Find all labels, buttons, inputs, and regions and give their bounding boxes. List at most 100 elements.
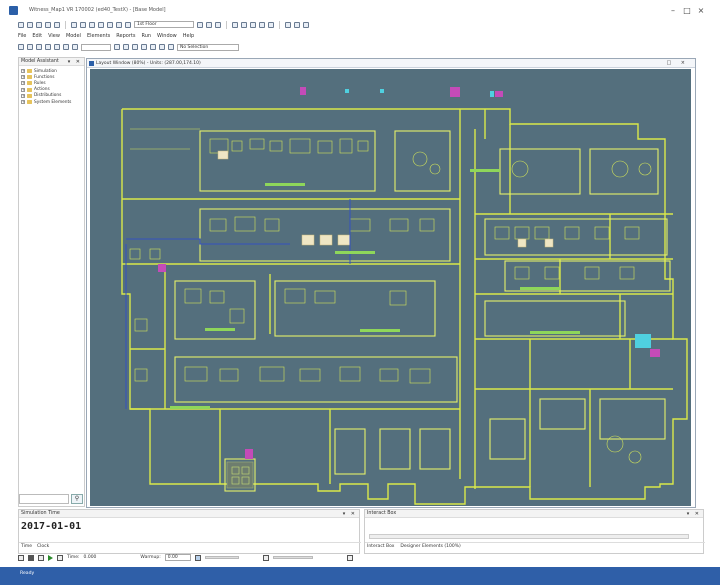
window-title: Witness_Map1 VR 170002 (ed40_TestX) - [B… — [29, 7, 166, 13]
new-icon[interactable] — [18, 21, 24, 28]
panel-controls[interactable]: ▾ ✕ — [343, 510, 357, 518]
expand-icon[interactable]: + — [21, 69, 25, 74]
view-slider[interactable] — [272, 556, 313, 559]
menu-file[interactable]: File — [18, 33, 26, 39]
link-icon[interactable] — [215, 21, 221, 28]
floor-icon[interactable] — [125, 21, 131, 28]
maximize-button[interactable]: □ — [681, 6, 693, 16]
main-toolbar: 1st Floor — [18, 19, 309, 30]
menu-run[interactable]: Run — [141, 33, 151, 39]
designer-icon[interactable] — [294, 21, 300, 28]
reset-icon[interactable] — [18, 554, 24, 561]
tab-time[interactable]: Time — [21, 544, 32, 549]
text-color-icon[interactable] — [80, 21, 86, 28]
warmup-input[interactable]: 0.00 — [164, 554, 191, 561]
model-assistant-header: Model Assistant ▾ ✕ — [19, 58, 84, 66]
simulation-time-title: Simulation Time — [21, 511, 60, 516]
select-icon[interactable] — [18, 44, 24, 50]
labor-icon[interactable] — [72, 44, 78, 50]
bring-front-icon[interactable] — [159, 44, 165, 50]
align-center-icon[interactable] — [123, 44, 129, 50]
flip-icon[interactable] — [150, 44, 156, 50]
redo-icon[interactable] — [54, 21, 60, 28]
zoom-in-icon[interactable] — [232, 21, 238, 28]
tab-designer-elements[interactable]: Designer Elements (100%) — [400, 544, 460, 549]
zoom-out-icon[interactable] — [241, 21, 247, 28]
panel-controls[interactable]: ▾ ✕ — [68, 58, 82, 66]
time-label: Time: — [67, 555, 80, 560]
interact-box-scrollbar[interactable] — [369, 534, 689, 539]
interact-box-header: Interact Box ▾ ✕ — [365, 510, 703, 518]
close-button[interactable]: × — [695, 6, 707, 16]
align-right-icon[interactable] — [132, 44, 138, 50]
model-assistant-panel: Model Assistant ▾ ✕ + Simulation + Functio… — [18, 57, 85, 507]
layout-window-title: Layout Window (80%) - Units: (287.00,174… — [96, 61, 201, 66]
app-icon — [9, 6, 18, 15]
expand-icon[interactable]: + — [21, 87, 25, 92]
open-icon[interactable] — [27, 21, 33, 28]
floor-select[interactable]: 1st Floor — [134, 21, 194, 28]
buffer-icon[interactable] — [63, 44, 69, 50]
menu-elements[interactable]: Elements — [87, 33, 110, 39]
undo-icon[interactable] — [45, 21, 51, 28]
pointer-icon[interactable] — [27, 44, 33, 50]
part-icon[interactable] — [45, 44, 51, 50]
layout-window-controls[interactable]: □ × — [666, 60, 689, 66]
rotate-icon[interactable] — [141, 44, 147, 50]
layers-icon[interactable] — [116, 21, 122, 28]
font-icon[interactable] — [71, 21, 77, 28]
status-bar: Ready — [0, 567, 720, 585]
view-icon[interactable] — [197, 21, 203, 28]
menu-model[interactable]: Model — [66, 33, 81, 39]
folder-icon — [27, 75, 32, 80]
line-color-icon[interactable] — [89, 21, 95, 28]
menu-reports[interactable]: Reports — [116, 33, 135, 39]
menu-edit[interactable]: Edit — [32, 33, 42, 39]
selection-select[interactable]: No Selection — [177, 43, 239, 51]
element-name-input[interactable] — [81, 43, 111, 51]
speed-icon[interactable] — [194, 554, 201, 561]
walk-icon[interactable] — [262, 554, 269, 561]
minimize-button[interactable]: – — [667, 6, 679, 16]
layout-window: Layout Window (80%) - Units: (287.00,174… — [86, 58, 696, 508]
layout-icon[interactable] — [285, 21, 291, 28]
send-back-icon[interactable] — [168, 44, 174, 50]
interact-box-title: Interact Box — [367, 511, 397, 516]
panel-controls[interactable]: ▾ ✕ — [687, 510, 701, 518]
tab-clock[interactable]: Clock — [37, 544, 49, 549]
group-icon[interactable] — [206, 21, 212, 28]
shape-icon[interactable] — [107, 21, 113, 28]
fill-color-icon[interactable] — [98, 21, 104, 28]
grid-icon[interactable] — [259, 21, 265, 28]
menu-window[interactable]: Window — [157, 33, 177, 39]
element-icon[interactable] — [36, 44, 42, 50]
speed-slider[interactable] — [204, 556, 239, 559]
binoculars-icon[interactable]: ⚲ — [71, 494, 83, 504]
tab-interact-box[interactable]: Interact Box — [367, 544, 394, 549]
assistant-search-input[interactable] — [19, 494, 69, 504]
layout-icon — [89, 61, 94, 66]
expand-icon[interactable]: + — [21, 81, 25, 86]
expand-icon[interactable]: + — [21, 93, 25, 98]
simulation-date: 2017-01-01 — [21, 521, 82, 532]
menu-view[interactable]: View — [48, 33, 60, 39]
floor-plan-canvas[interactable] — [90, 69, 691, 506]
chart-icon[interactable] — [303, 21, 309, 28]
tree-item-system-elements[interactable]: + System Elements — [21, 99, 71, 105]
play-icon[interactable] — [48, 554, 53, 561]
fast-forward-icon[interactable] — [57, 554, 63, 561]
zoom-fit-icon[interactable] — [250, 21, 256, 28]
simulation-time-tabs: Time Clock — [19, 542, 361, 550]
options-icon[interactable] — [346, 554, 353, 561]
simulation-time-panel: Simulation Time ▾ ✕ 2017-01-01 Time Cloc… — [18, 509, 361, 554]
time-value: 0.000 — [83, 555, 97, 560]
align-left-icon[interactable] — [114, 44, 120, 50]
stop-icon[interactable] — [28, 554, 34, 561]
snap-icon[interactable] — [268, 21, 274, 28]
step-icon[interactable] — [38, 554, 44, 561]
menu-help[interactable]: Help — [183, 33, 194, 39]
expand-icon[interactable]: + — [21, 75, 25, 80]
machine-icon[interactable] — [54, 44, 60, 50]
expand-icon[interactable]: + — [21, 100, 25, 105]
save-icon[interactable] — [36, 21, 42, 28]
